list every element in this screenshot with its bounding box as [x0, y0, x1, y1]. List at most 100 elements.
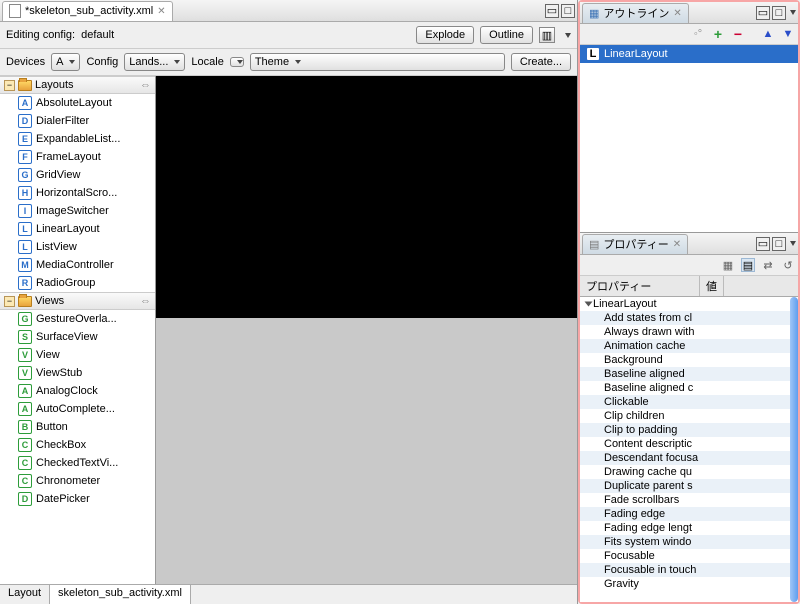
canvas-empty-area[interactable] [156, 318, 577, 584]
property-row[interactable]: Focusable in touch [580, 563, 798, 577]
property-root-row[interactable]: LinearLayout [580, 297, 798, 311]
tab-layout[interactable]: Layout [0, 585, 50, 604]
property-row[interactable]: Drawing cache qu [580, 465, 798, 479]
add-icon[interactable]: + [711, 27, 725, 41]
property-row[interactable]: Fading edge lengt [580, 521, 798, 535]
editor-tab[interactable]: *skeleton_sub_activity.xml ✕ [2, 1, 173, 21]
view-menu-icon[interactable] [790, 10, 796, 15]
property-row[interactable]: Clip to padding [580, 423, 798, 437]
widget-icon: D [18, 492, 32, 506]
advanced-icon[interactable]: ⇄ [761, 258, 775, 272]
property-row[interactable]: Content descriptic [580, 437, 798, 451]
property-row[interactable]: Focusable [580, 549, 798, 563]
scrollbar[interactable] [790, 297, 798, 602]
view-menu-icon[interactable] [565, 33, 571, 38]
palette-item[interactable]: LListView [0, 238, 155, 256]
property-name: Background [580, 354, 700, 366]
filter-icon[interactable]: ▤ [741, 258, 755, 272]
palette-item[interactable]: VView [0, 346, 155, 364]
palette-item[interactable]: IImageSwitcher [0, 202, 155, 220]
properties-table[interactable]: LinearLayout Add states from clAlways dr… [580, 297, 798, 602]
close-icon[interactable]: ✕ [157, 6, 165, 17]
move-up-icon[interactable]: ▲ [761, 27, 775, 41]
palette-item[interactable]: DDatePicker [0, 490, 155, 508]
palette-item[interactable]: MMediaController [0, 256, 155, 274]
design-canvas[interactable] [156, 76, 577, 584]
section-arrows-icon[interactable]: ⇔ [140, 79, 151, 91]
palette-item[interactable]: CCheckedTextVi... [0, 454, 155, 472]
close-icon[interactable]: ✕ [673, 8, 681, 19]
drop-toggle-button[interactable]: ▥ [539, 27, 555, 43]
devices-combo[interactable]: A [51, 53, 80, 71]
minimize-button[interactable]: ▭ [756, 6, 770, 20]
property-row[interactable]: Gravity [580, 577, 798, 591]
palette-item[interactable]: RRadioGroup [0, 274, 155, 292]
maximize-button[interactable]: □ [772, 237, 786, 251]
palette-item[interactable]: AAnalogClock [0, 382, 155, 400]
section-arrows-icon[interactable]: ⇔ [140, 295, 151, 307]
palette-item[interactable]: LLinearLayout [0, 220, 155, 238]
remove-icon[interactable]: − [731, 27, 745, 41]
maximize-button[interactable]: □ [561, 4, 575, 18]
category-icon[interactable]: ▦ [721, 258, 735, 272]
palette-section[interactable]: −Views⇔ [0, 292, 155, 310]
property-row[interactable]: Descendant focusa [580, 451, 798, 465]
close-icon[interactable]: ✕ [673, 239, 681, 250]
create-button[interactable]: Create... [511, 53, 571, 71]
explode-button[interactable]: Explode [416, 26, 474, 44]
property-name: Gravity [580, 578, 700, 590]
property-row[interactable]: Baseline aligned c [580, 381, 798, 395]
property-row[interactable]: Fits system windo [580, 535, 798, 549]
palette-item[interactable]: EExpandableList... [0, 130, 155, 148]
filter-icon[interactable]: ◦° [691, 27, 705, 41]
minimize-button[interactable]: ▭ [545, 4, 559, 18]
palette-item[interactable]: GGridView [0, 166, 155, 184]
palette-section[interactable]: − Layouts ⇔ [0, 76, 155, 94]
palette-item[interactable]: AAutoComplete... [0, 400, 155, 418]
palette-item[interactable]: CCheckBox [0, 436, 155, 454]
locale-combo[interactable] [230, 57, 244, 67]
outline-item-selected[interactable]: L LinearLayout [580, 45, 798, 63]
linearlayout-icon: L [586, 47, 600, 61]
collapse-icon[interactable]: − [4, 296, 15, 307]
maximize-button[interactable]: □ [772, 6, 786, 20]
config-combo[interactable]: Lands... [124, 53, 185, 71]
palette-item[interactable]: VViewStub [0, 364, 155, 382]
tab-source[interactable]: skeleton_sub_activity.xml [50, 585, 191, 604]
widget-icon: E [18, 132, 32, 146]
view-menu-icon[interactable] [790, 241, 796, 246]
outline-button[interactable]: Outline [480, 26, 533, 44]
theme-combo[interactable]: Theme [250, 53, 505, 71]
defaults-icon[interactable]: ↺ [781, 258, 795, 272]
properties-tab[interactable]: ▤ プロパティー ✕ [582, 234, 688, 254]
property-row[interactable]: Clip children [580, 409, 798, 423]
properties-tabbar: ▤ プロパティー ✕ ▭ □ [580, 233, 798, 255]
property-row[interactable]: Clickable [580, 395, 798, 409]
chevron-down-icon[interactable] [585, 302, 593, 307]
palette-item[interactable]: AAbsoluteLayout [0, 94, 155, 112]
palette-item[interactable]: HHorizontalScro... [0, 184, 155, 202]
property-name: Focusable [580, 550, 700, 562]
property-row[interactable]: Fade scrollbars [580, 493, 798, 507]
palette-item[interactable]: FFrameLayout [0, 148, 155, 166]
property-row[interactable]: Add states from cl [580, 311, 798, 325]
outline-tree[interactable]: L LinearLayout [580, 45, 798, 232]
palette-item[interactable]: GGestureOverla... [0, 310, 155, 328]
outline-tab[interactable]: ▦ アウトライン ✕ [582, 3, 689, 23]
palette-item[interactable]: CChronometer [0, 472, 155, 490]
palette-item[interactable]: BButton [0, 418, 155, 436]
canvas-preview[interactable] [156, 76, 577, 318]
palette-item[interactable]: SSurfaceView [0, 328, 155, 346]
minimize-button[interactable]: ▭ [756, 237, 770, 251]
property-row[interactable]: Duplicate parent s [580, 479, 798, 493]
property-row[interactable]: Always drawn with [580, 325, 798, 339]
property-row[interactable]: Baseline aligned [580, 367, 798, 381]
property-row[interactable]: Animation cache [580, 339, 798, 353]
palette-item[interactable]: DDialerFilter [0, 112, 155, 130]
collapse-icon[interactable]: − [4, 80, 15, 91]
section-title: Layouts [35, 79, 74, 91]
property-row[interactable]: Fading edge [580, 507, 798, 521]
property-row[interactable]: Background [580, 353, 798, 367]
move-down-icon[interactable]: ▼ [781, 27, 795, 41]
property-name: Content descriptic [580, 438, 700, 450]
